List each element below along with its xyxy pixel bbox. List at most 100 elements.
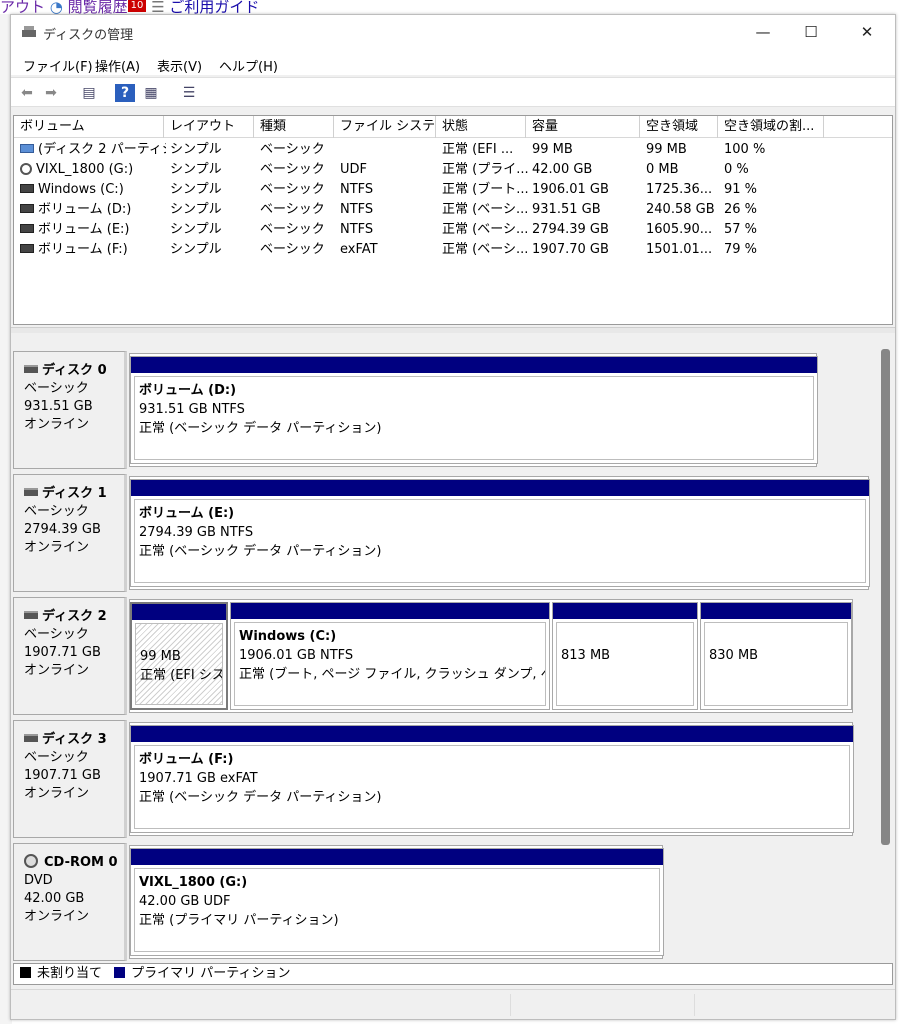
- menu-view[interactable]: 表示(V): [157, 56, 202, 75]
- properties-icon[interactable]: ▦: [141, 84, 161, 102]
- browser-background-bar: アウト ◔ 閲覧履歴 10 ☰ ご利用ガイド: [0, 0, 901, 14]
- table-cell: 79 %: [724, 240, 824, 260]
- cell-text: シンプル: [170, 202, 222, 217]
- partition-name: VIXL_1800 (G:): [139, 875, 248, 890]
- table-cell: ボリューム (E:): [20, 220, 166, 240]
- help-icon[interactable]: ?: [115, 84, 135, 102]
- cell-text: ベーシック: [260, 182, 325, 197]
- cell-text: 26 %: [724, 202, 758, 217]
- table-cell: UDF: [340, 160, 438, 180]
- scrollbar-thumb[interactable]: [881, 349, 890, 845]
- status-panel-2: [515, 994, 695, 1016]
- table-cell: 正常 (プライ...: [442, 160, 528, 180]
- column-status[interactable]: 状態: [436, 116, 526, 138]
- table-cell: 26 %: [724, 200, 824, 220]
- table-cell: シンプル: [170, 180, 256, 200]
- disk-label[interactable]: ディスク 1 ベーシック 2794.39 GB オンライン: [13, 474, 127, 592]
- disk-label[interactable]: ディスク 2 ベーシック 1907.71 GB オンライン: [13, 597, 127, 715]
- table-row[interactable]: ボリューム (D:) シンプル ベーシック NTFS 正常 (ベーシ... 931.51 …: [14, 200, 892, 220]
- cell-text: 240.58 GB: [646, 202, 715, 217]
- browser-link-fragment[interactable]: アウト: [0, 0, 45, 14]
- table-cell: 0 MB: [646, 160, 720, 180]
- menu-help[interactable]: ヘルプ(H): [219, 56, 278, 75]
- disk-label[interactable]: ディスク 0 ベーシック 931.51 GB オンライン: [13, 351, 127, 469]
- column-filesystem[interactable]: ファイル システム: [334, 116, 436, 138]
- primary-swatch: [114, 967, 126, 978]
- column-layout[interactable]: レイアウト: [164, 116, 254, 138]
- disk-label[interactable]: CD-ROM 0 DVD 42.00 GB オンライン: [13, 843, 127, 961]
- disk-label[interactable]: ディスク 3 ベーシック 1907.71 GB オンライン: [13, 720, 127, 838]
- vertical-scrollbar[interactable]: [877, 335, 893, 961]
- column-free-percent[interactable]: 空き領域の割...: [718, 116, 824, 138]
- history-link[interactable]: 閲覧履歴: [68, 0, 128, 14]
- disk-name-line: ディスク 3: [24, 731, 124, 749]
- maximize-button[interactable]: ☐: [789, 19, 833, 45]
- table-row[interactable]: (ディスク 2 パーティショ... シンプル ベーシック 正常 (EFI ... 99 …: [14, 140, 892, 160]
- disk-icon: [24, 364, 38, 373]
- forward-arrow-icon[interactable]: ➡: [41, 84, 61, 102]
- list-view-icon[interactable]: ☰: [179, 84, 199, 102]
- disk-partition-area: ボリューム (E:) 2794.39 GB NTFS 正常 (ベーシック データ パ…: [129, 476, 870, 590]
- partition-block[interactable]: Windows (C:) 1906.01 GB NTFS 正常 (ブート, ページ …: [230, 602, 550, 710]
- table-cell: シンプル: [170, 160, 256, 180]
- cell-text: 91 %: [724, 182, 758, 197]
- column-capacity[interactable]: 容量: [526, 116, 640, 138]
- volume-icon: [20, 184, 34, 193]
- table-cell: ベーシック: [260, 240, 336, 260]
- table-row[interactable]: ボリューム (E:) シンプル ベーシック NTFS 正常 (ベーシ... 2794.39…: [14, 220, 892, 240]
- disk-partition-area: ボリューム (D:) 931.51 GB NTFS 正常 (ベーシック データ パー…: [129, 353, 818, 467]
- partition-block[interactable]: VIXL_1800 (G:) 42.00 GB UDF 正常 (プライマリ パーティ…: [130, 848, 664, 956]
- back-arrow-icon[interactable]: ⬅: [17, 84, 37, 102]
- cell-text: 0 MB: [646, 162, 679, 177]
- menu-bar: ファイル(F) 操作(A) 表示(V) ヘルプ(H): [11, 49, 895, 75]
- pane-splitter[interactable]: [11, 327, 895, 333]
- table-row[interactable]: ボリューム (F:) シンプル ベーシック exFAT 正常 (ベーシ... 1907.7…: [14, 240, 892, 260]
- partition-block[interactable]: ボリューム (F:) 1907.71 GB exFAT 正常 (ベーシック データ …: [130, 725, 854, 833]
- disk-management-icon: [22, 26, 36, 37]
- title-bar[interactable]: ディスクの管理 — ☐ ✕: [11, 15, 895, 49]
- legend-primary: プライマリ パーティション: [131, 966, 291, 981]
- table-cell: ベーシック: [260, 220, 336, 240]
- disk-status: オンライン: [24, 540, 90, 555]
- disk-size: 42.00 GB: [24, 891, 85, 906]
- partition-bar: [132, 604, 226, 620]
- disk-icon: [24, 487, 38, 496]
- table-row[interactable]: VIXL_1800 (G:) シンプル ベーシック UDF 正常 (プライ... 42.0…: [14, 160, 892, 180]
- cell-text: ボリューム (D:): [38, 202, 132, 217]
- guide-link[interactable]: ご利用ガイド: [169, 0, 259, 14]
- disk-partition-area: ボリューム (F:) 1907.71 GB exFAT 正常 (ベーシック データ …: [129, 722, 854, 836]
- table-row[interactable]: Windows (C:) シンプル ベーシック NTFS 正常 (ブート... 1906.…: [14, 180, 892, 200]
- partition-name: Windows (C:): [239, 629, 337, 644]
- column-type[interactable]: 種類: [254, 116, 334, 138]
- table-cell: 2794.39 GB: [532, 220, 642, 240]
- partition-body: ボリューム (D:) 931.51 GB NTFS 正常 (ベーシック データ パー…: [134, 376, 814, 460]
- partition-bar: [553, 603, 697, 619]
- table-cell: 100 %: [724, 140, 824, 160]
- menu-file[interactable]: ファイル(F): [23, 56, 93, 75]
- cell-text: 931.51 GB: [532, 202, 601, 217]
- cell-text: ベーシック: [260, 162, 325, 177]
- partition-name: [561, 627, 689, 646]
- partition-block[interactable]: 830 MB: [700, 602, 852, 710]
- partition-size: 830 MB: [709, 648, 759, 663]
- cell-text: exFAT: [340, 242, 378, 257]
- partition-block[interactable]: ボリューム (D:) 931.51 GB NTFS 正常 (ベーシック データ パー…: [130, 356, 818, 464]
- table-cell: 1906.01 GB: [532, 180, 642, 200]
- column-free-space[interactable]: 空き領域: [640, 116, 718, 138]
- partition-block[interactable]: ボリューム (E:) 2794.39 GB NTFS 正常 (ベーシック データ パ…: [130, 479, 870, 587]
- minimize-button[interactable]: —: [741, 19, 785, 45]
- partition-block[interactable]: 813 MB: [552, 602, 698, 710]
- cell-text: NTFS: [340, 222, 374, 237]
- show-hide-console-tree-icon[interactable]: ▤: [79, 84, 99, 102]
- table-cell: Windows (C:): [20, 180, 166, 200]
- cell-text: VIXL_1800 (G:): [36, 162, 134, 177]
- cdrom-icon: [24, 853, 38, 868]
- table-cell: ベーシック: [260, 140, 336, 160]
- partition-size: 2794.39 GB NTFS: [139, 525, 254, 540]
- partition-block[interactable]: 99 MB 正常 (EFI シス: [130, 602, 228, 710]
- column-volume[interactable]: ボリューム: [14, 116, 164, 138]
- table-cell: 57 %: [724, 220, 824, 240]
- close-button[interactable]: ✕: [845, 19, 889, 45]
- menu-action[interactable]: 操作(A): [95, 56, 140, 75]
- table-cell: ベーシック: [260, 200, 336, 220]
